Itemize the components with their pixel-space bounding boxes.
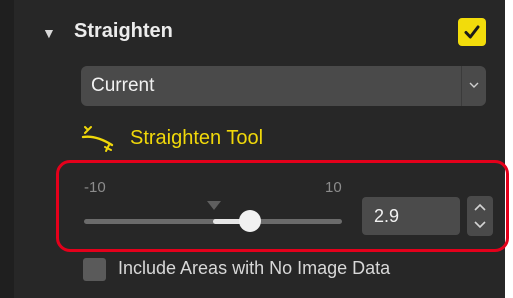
chevron-down-icon[interactable] [465,76,483,94]
checkmark-icon [464,25,480,39]
stepper-up-icon[interactable] [474,202,486,212]
straighten-tool-icon[interactable] [80,123,116,158]
angle-value-field[interactable]: 2.9 [362,197,460,235]
slider-min-label: -10 [84,179,106,196]
angle-value-text: 2.9 [374,206,400,226]
straighten-tool-label[interactable]: Straighten Tool [130,127,263,150]
include-areas-label[interactable]: Include Areas with No Image Data [118,258,390,279]
dropdown-divider [461,66,462,106]
slider-max-label: 10 [325,179,342,196]
section-title: Straighten [74,20,173,42]
panel-left-strip [0,0,14,298]
angle-value-stepper[interactable] [467,196,493,236]
straighten-mode-dropdown[interactable]: Current [81,66,486,106]
collapse-triangle-icon[interactable]: ▼ [42,26,56,40]
include-areas-checkbox[interactable] [83,258,106,281]
dropdown-selected-value: Current [91,75,155,96]
section-enable-checkbox[interactable] [458,18,486,46]
stepper-down-icon[interactable] [474,220,486,230]
slider-center-marker-icon [207,201,221,210]
angle-slider-thumb[interactable] [239,210,261,232]
